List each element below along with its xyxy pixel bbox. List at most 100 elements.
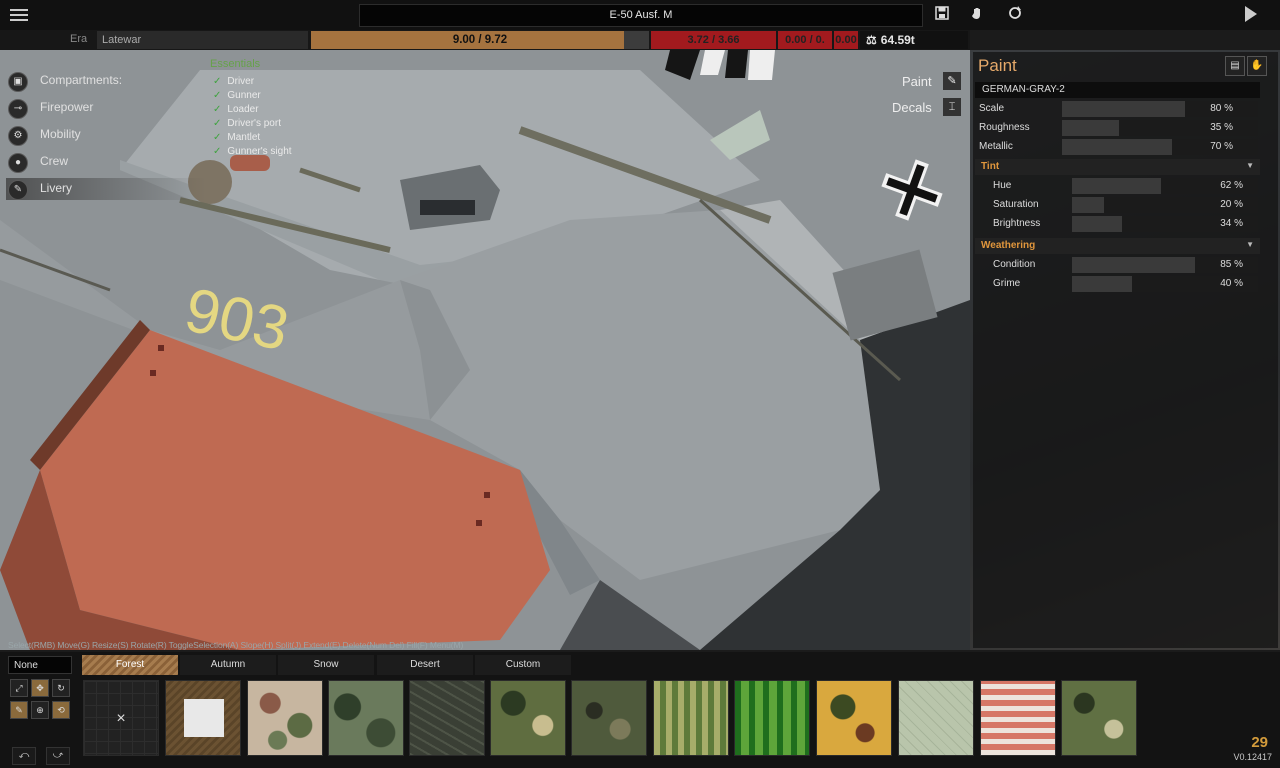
slider-value: 70 % xyxy=(1210,141,1233,152)
paint-name-field[interactable]: GERMAN-GRAY-2 xyxy=(975,82,1260,98)
vehicle-name-field[interactable]: E-50 Ausf. M xyxy=(359,4,923,27)
paint-panel: Paint ▤ ✋ GERMAN-GRAY-2 Scale 80 % Rough… xyxy=(973,52,1278,648)
refresh-icon[interactable] xyxy=(1006,6,1024,24)
top-bar: E-50 Ausf. M xyxy=(0,0,1280,30)
slider-fill xyxy=(1072,216,1123,232)
menu-icon[interactable] xyxy=(10,6,28,24)
slider-fill xyxy=(1072,197,1104,213)
weight-icon: ⚖ xyxy=(866,33,877,47)
grime-slider[interactable]: Grime 40 % xyxy=(973,276,1263,292)
paint-mode-label: Paint xyxy=(902,74,932,89)
hand-icon[interactable]: ✋ xyxy=(1247,56,1267,76)
era-dropdown[interactable]: Latewar xyxy=(97,31,308,49)
slider-label: Hue xyxy=(993,180,1012,191)
3d-viewport[interactable]: 903 ▣ Compartments: ⊸ Firepower ⚙ Mobili… xyxy=(0,50,970,650)
rotate-tool-icon[interactable]: ↻ xyxy=(52,679,70,697)
scale-tool-icon[interactable]: ⤢ xyxy=(10,679,28,697)
essential-label: Gunner's sight xyxy=(227,146,292,157)
nav-label: Compartments: xyxy=(40,73,123,87)
swatch-camo-9[interactable] xyxy=(898,680,974,756)
selection-field[interactable]: None xyxy=(8,656,72,674)
stats-row: Era Latewar 9.00 / 9.72 3.72 / 3.66 0.00… xyxy=(0,30,970,50)
swatch-camo-5[interactable] xyxy=(571,680,647,756)
swatch-camo-11[interactable] xyxy=(1061,680,1137,756)
tab-autumn[interactable]: Autumn xyxy=(180,655,276,675)
nav-livery[interactable]: ✎ Livery xyxy=(6,178,206,200)
target-tool-icon[interactable]: ⊕ xyxy=(31,701,49,719)
panel-title: Paint xyxy=(978,56,1017,75)
slider-value: 20 % xyxy=(1220,199,1243,210)
tonnage-display: ⚖ 64.59t xyxy=(860,31,968,49)
essential-label: Mantlet xyxy=(227,132,261,143)
slider-value: 80 % xyxy=(1210,103,1233,114)
condition-slider[interactable]: Condition 85 % xyxy=(973,257,1263,273)
swatch-none[interactable]: × xyxy=(83,680,159,756)
swatch-camo-6[interactable] xyxy=(653,680,729,756)
essential-label: Gunner xyxy=(227,90,261,101)
weathering-section-header[interactable]: Weathering ▼ xyxy=(975,238,1260,254)
slider-label: Scale xyxy=(979,103,1005,114)
swatch-camo-8[interactable] xyxy=(816,680,892,756)
swatch-camo-2[interactable] xyxy=(328,680,404,756)
box-icon: ▣ xyxy=(8,72,28,92)
save-icon[interactable]: ▤ xyxy=(1225,56,1245,76)
nav-crew[interactable]: ● Crew xyxy=(6,151,206,173)
undo-icon[interactable]: ⤺ xyxy=(12,747,36,765)
swatch-camo-3[interactable] xyxy=(409,680,485,756)
roughness-slider[interactable]: Roughness 35 % xyxy=(973,120,1263,136)
swatch-camo-10[interactable] xyxy=(980,680,1056,756)
cannon-icon: ⊸ xyxy=(8,99,28,119)
slider-fill xyxy=(1072,178,1162,194)
nav-label: Firepower xyxy=(40,100,94,114)
check-icon: ✓ xyxy=(213,90,222,101)
check-icon: ✓ xyxy=(213,76,222,87)
tab-desert[interactable]: Desert xyxy=(377,655,473,675)
nav-firepower[interactable]: ⊸ Firepower xyxy=(6,97,206,119)
hand-icon[interactable] xyxy=(969,6,987,24)
cycle-tool-icon[interactable]: ⟲ xyxy=(52,701,70,719)
metallic-slider[interactable]: Metallic 70 % xyxy=(973,139,1263,155)
slider-fill xyxy=(1062,139,1172,155)
keyboard-hints: Select(RMB) Move(G) Resize(S) Rotate(R) … xyxy=(8,640,464,650)
play-icon[interactable] xyxy=(1245,6,1257,22)
brush-icon: ✎ xyxy=(943,72,961,90)
slider-label: Grime xyxy=(993,278,1021,289)
scale-slider[interactable]: Scale 80 % xyxy=(973,101,1263,117)
nav-compartments[interactable]: ▣ Compartments: xyxy=(6,70,206,92)
tab-snow[interactable]: Snow xyxy=(278,655,374,675)
paint-mode-button[interactable]: Paint ✎ xyxy=(900,72,962,92)
slider-label: Saturation xyxy=(993,199,1039,210)
swatch-camo-7[interactable] xyxy=(734,680,810,756)
tint-section-header[interactable]: Tint ▼ xyxy=(975,159,1260,175)
slider-value: 35 % xyxy=(1210,122,1233,133)
section-title: Tint xyxy=(981,161,1000,172)
redo-icon[interactable]: ⤻ xyxy=(46,747,70,765)
save-icon[interactable] xyxy=(933,6,951,24)
stat-box-b: 0.00 / 0. xyxy=(778,31,832,49)
nav-label: Livery xyxy=(40,181,73,195)
stamp-icon: ⌶ xyxy=(943,98,961,116)
tab-custom[interactable]: Custom xyxy=(475,655,571,675)
decals-mode-label: Decals xyxy=(892,100,932,115)
essential-item: ✓ Driver xyxy=(213,76,254,87)
slider-label: Metallic xyxy=(979,141,1013,152)
move-tool-icon[interactable]: ✥ xyxy=(31,679,49,697)
essential-item: ✓ Driver's port xyxy=(213,118,281,129)
swatch-camo-1[interactable] xyxy=(247,680,323,756)
decals-mode-button[interactable]: Decals ⌶ xyxy=(890,98,962,118)
nav-label: Crew xyxy=(40,154,69,168)
nav-mobility[interactable]: ⚙ Mobility xyxy=(6,124,206,146)
tonnage-value: 64.59t xyxy=(880,33,915,47)
slider-value: 62 % xyxy=(1220,180,1243,191)
stat-box-c: 0.00 xyxy=(834,31,858,49)
swatch-solid[interactable] xyxy=(165,680,241,756)
essential-label: Driver's port xyxy=(227,118,281,129)
slider-value: 85 % xyxy=(1220,259,1243,270)
essential-label: Driver xyxy=(227,76,255,87)
saturation-slider[interactable]: Saturation 20 % xyxy=(973,197,1263,213)
brush-tool-icon[interactable]: ✎ xyxy=(10,701,28,719)
tab-forest[interactable]: Forest xyxy=(82,655,178,675)
swatch-camo-4[interactable] xyxy=(490,680,566,756)
hue-slider[interactable]: Hue 62 % xyxy=(973,178,1263,194)
brightness-slider[interactable]: Brightness 34 % xyxy=(973,216,1263,232)
